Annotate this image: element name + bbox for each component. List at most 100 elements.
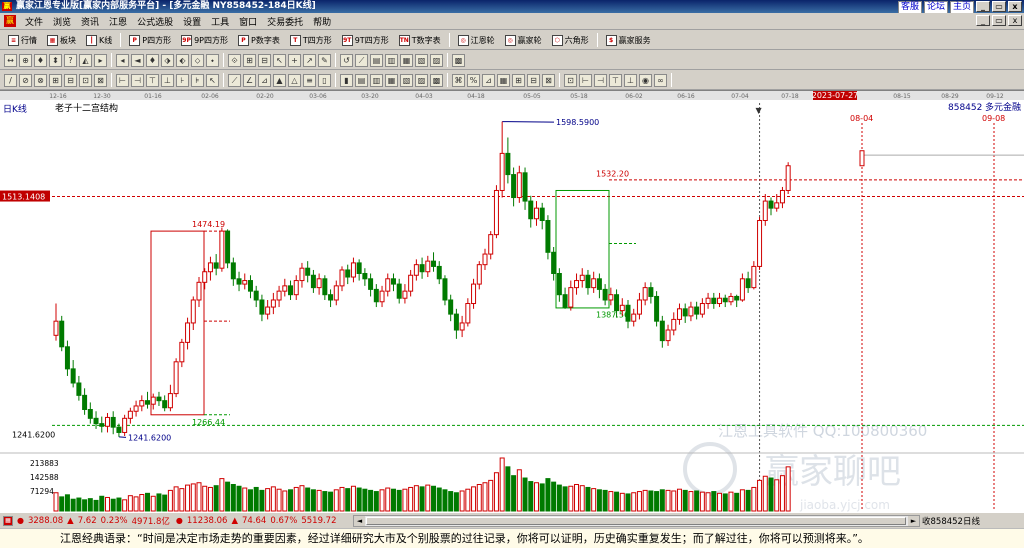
draw-tool-4-icon[interactable]: ? (64, 53, 77, 67)
analysis-tool-9-icon[interactable]: ⊤ (146, 73, 159, 87)
draw-tool-25-icon[interactable]: ▦ (400, 53, 413, 67)
analysis-tool-12-icon[interactable]: ⊧ (191, 73, 204, 87)
draw-tool-8-icon[interactable]: ◄ (131, 53, 144, 67)
toolbar-button-10[interactable]: ◎ 赢家轮 (501, 34, 546, 46)
scroll-left-icon[interactable]: ◄ (354, 516, 365, 526)
maximize-button[interactable]: ▭ (992, 1, 1006, 12)
analysis-tool-27-icon[interactable]: ▩ (430, 73, 443, 87)
analysis-tool-24-icon[interactable]: ▦ (385, 73, 398, 87)
analysis-tool-8-icon[interactable]: ⊣ (131, 73, 144, 87)
analysis-tool-38-icon[interactable]: ⊤ (609, 73, 622, 87)
draw-tool-18-icon[interactable]: + (288, 53, 301, 67)
analysis-tool-7-icon[interactable]: ⊢ (116, 73, 129, 87)
analysis-tool-15-icon[interactable]: ∠ (243, 73, 256, 87)
analysis-tool-37-icon[interactable]: ⊣ (594, 73, 607, 87)
draw-tool-17-icon[interactable]: ↖ (273, 53, 286, 67)
analysis-tool-36-icon[interactable]: ⊢ (579, 73, 592, 87)
draw-tool-11-icon[interactable]: ⬖ (176, 53, 189, 67)
toolbar-button-4[interactable]: 9P 9P四方形 (177, 34, 232, 46)
analysis-tool-18-icon[interactable]: △ (288, 73, 301, 87)
chart-canvas[interactable]: 12-16 12-30 01-16 02-06 02-20 03-06 03-20 04-03… (0, 91, 1024, 513)
draw-tool-0-icon[interactable]: ↔ (4, 53, 17, 67)
toolbar-button-9[interactable]: ◎ 江恩轮 (454, 34, 499, 46)
customer-service-link[interactable]: 客服 (897, 1, 922, 13)
analysis-tool-25-icon[interactable]: ▧ (400, 73, 413, 87)
forum-link[interactable]: 论坛 (923, 1, 948, 13)
analysis-tool-19-icon[interactable]: ≡ (303, 73, 316, 87)
menu-help[interactable]: 帮助 (308, 15, 336, 28)
analysis-tool-30-icon[interactable]: ⊿ (482, 73, 495, 87)
analysis-tool-0-icon[interactable]: / (4, 73, 17, 87)
draw-tool-6-icon[interactable]: ▸ (94, 53, 107, 67)
draw-tool-7-icon[interactable]: ◂ (116, 53, 129, 67)
draw-tool-16-icon[interactable]: ⊟ (258, 53, 271, 67)
menu-browse[interactable]: 浏览 (48, 15, 76, 28)
analysis-tool-16-icon[interactable]: ⊿ (258, 73, 271, 87)
draw-tool-14-icon[interactable]: ⟐ (228, 53, 241, 67)
analysis-tool-14-icon[interactable]: ⟋ (228, 73, 241, 87)
menu-formula[interactable]: 公式选股 (132, 15, 178, 28)
menu-gann[interactable]: 江恩 (104, 15, 132, 28)
toolbar-button-11[interactable]: ⬡ 六角形 (548, 34, 593, 46)
analysis-tool-33-icon[interactable]: ⊟ (527, 73, 540, 87)
draw-tool-1-icon[interactable]: ⊕ (19, 53, 32, 67)
analysis-tool-2-icon[interactable]: ⊗ (34, 73, 47, 87)
draw-tool-10-icon[interactable]: ⬗ (161, 53, 174, 67)
toolbar-button-3[interactable]: P P四方形 (125, 34, 175, 46)
toolbar-button-5[interactable]: P P数字表 (234, 34, 284, 46)
draw-tool-5-icon[interactable]: ◭ (79, 53, 92, 67)
analysis-tool-13-icon[interactable]: ↖ (206, 73, 219, 87)
analysis-tool-32-icon[interactable]: ⊞ (512, 73, 525, 87)
minimize-button[interactable]: _ (976, 1, 990, 12)
analysis-tool-40-icon[interactable]: ◉ (639, 73, 652, 87)
menu-trade[interactable]: 交易委托 (262, 15, 308, 28)
toolbar-button-6[interactable]: T T四方形 (286, 34, 336, 46)
mdi-close-button[interactable]: x (1008, 15, 1022, 26)
analysis-tool-6-icon[interactable]: ⊠ (94, 73, 107, 87)
analysis-tool-10-icon[interactable]: ⊥ (161, 73, 174, 87)
analysis-tool-28-icon[interactable]: ⌘ (452, 73, 465, 87)
menu-file[interactable]: 文件 (20, 15, 48, 28)
sz-index[interactable]: ● 11238.06 ▲ 74.64 0.67% 5519.72 (173, 516, 340, 526)
draw-tool-19-icon[interactable]: ↗ (303, 53, 316, 67)
toolbar-button-12[interactable]: $ 赢家服务 (602, 34, 655, 46)
analysis-tool-29-icon[interactable]: % (467, 73, 480, 87)
scroll-right-icon[interactable]: ► (908, 516, 919, 526)
analysis-tool-34-icon[interactable]: ⊠ (542, 73, 555, 87)
close-button[interactable]: x (1008, 1, 1022, 12)
draw-tool-15-icon[interactable]: ⊞ (243, 53, 256, 67)
draw-tool-2-icon[interactable]: ♦ (34, 53, 47, 67)
toolbar-button-1[interactable]: ▦ 板块 (43, 34, 80, 46)
draw-tool-3-icon[interactable]: ⬍ (49, 53, 62, 67)
draw-tool-28-icon[interactable]: ▩ (452, 53, 465, 67)
analysis-tool-26-icon[interactable]: ▨ (415, 73, 428, 87)
analysis-tool-20-icon[interactable]: ▯ (318, 73, 331, 87)
horizontal-scrollbar[interactable]: ◄ ► (353, 515, 920, 527)
analysis-tool-21-icon[interactable]: ▮ (340, 73, 353, 87)
draw-tool-26-icon[interactable]: ▧ (415, 53, 428, 67)
menu-tools[interactable]: 工具 (206, 15, 234, 28)
analysis-tool-41-icon[interactable]: ∞ (654, 73, 667, 87)
analysis-tool-1-icon[interactable]: ⊘ (19, 73, 32, 87)
toolbar-button-8[interactable]: TN T数字表 (395, 34, 445, 46)
draw-tool-20-icon[interactable]: ✎ (318, 53, 331, 67)
mdi-restore-button[interactable]: ▭ (992, 15, 1006, 26)
draw-tool-24-icon[interactable]: ▥ (385, 53, 398, 67)
analysis-tool-17-icon[interactable]: ▲ (273, 73, 286, 87)
kline-chart[interactable]: 12-16 12-30 01-16 02-06 02-20 03-06 03-20 04-03… (0, 90, 1024, 512)
mdi-minimize-button[interactable]: _ (976, 15, 990, 26)
sh-index[interactable]: ▦ ● 3288.08 ▲ 7.62 0.23% 4971.8亿 (0, 515, 173, 527)
analysis-tool-3-icon[interactable]: ⊞ (49, 73, 62, 87)
analysis-tool-23-icon[interactable]: ▥ (370, 73, 383, 87)
analysis-tool-11-icon[interactable]: ⊦ (176, 73, 189, 87)
menu-settings[interactable]: 设置 (178, 15, 206, 28)
draw-tool-21-icon[interactable]: ↺ (340, 53, 353, 67)
draw-tool-23-icon[interactable]: ▤ (370, 53, 383, 67)
analysis-tool-39-icon[interactable]: ⊥ (624, 73, 637, 87)
analysis-tool-31-icon[interactable]: ▦ (497, 73, 510, 87)
draw-tool-9-icon[interactable]: ♦ (146, 53, 159, 67)
draw-tool-22-icon[interactable]: ⟋ (355, 53, 368, 67)
toolbar-button-7[interactable]: 9T 9T四方形 (338, 34, 393, 46)
draw-tool-27-icon[interactable]: ▨ (430, 53, 443, 67)
analysis-tool-35-icon[interactable]: ⊡ (564, 73, 577, 87)
